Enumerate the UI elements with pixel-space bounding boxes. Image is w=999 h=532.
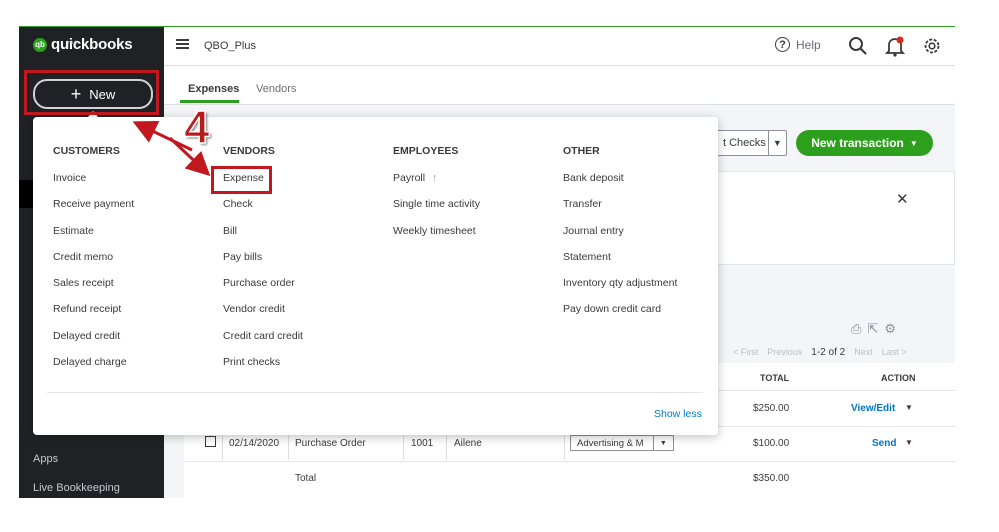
annotation-arrows: [132, 120, 211, 177]
step-number: 4: [183, 100, 210, 154]
